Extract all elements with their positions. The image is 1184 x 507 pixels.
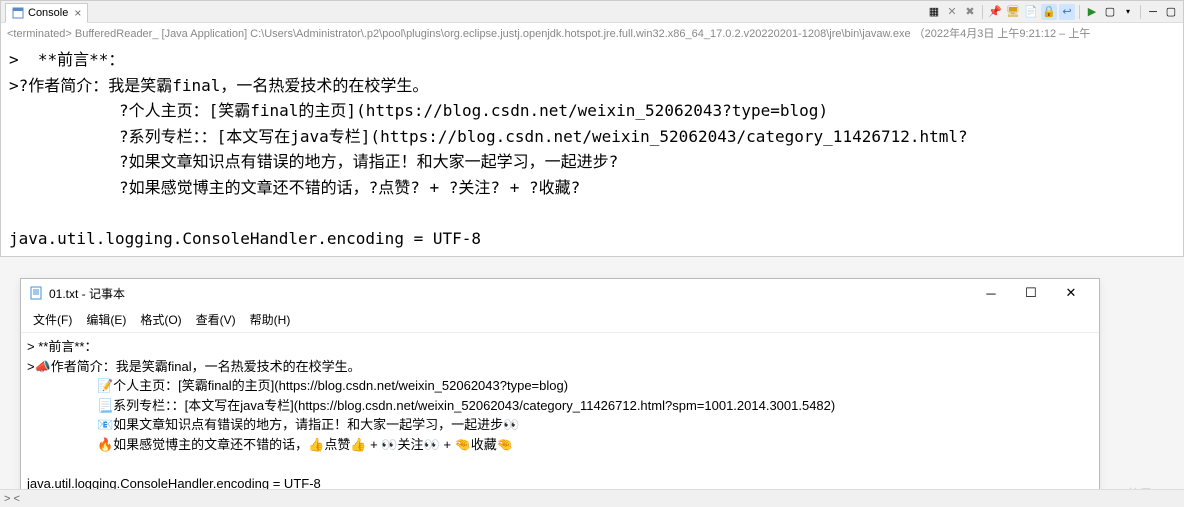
- console-tab[interactable]: Console ×: [5, 3, 88, 23]
- menu-file[interactable]: 文件(F): [27, 309, 78, 330]
- output-line: ?如果文章知识点有错误的地方，请指正！和大家一起学习，一起进步?: [9, 149, 1175, 175]
- notepad-menubar: 文件(F) 编辑(E) 格式(O) 查看(V) 帮助(H): [21, 307, 1099, 333]
- output-line: java.util.logging.ConsoleHandler.encodin…: [9, 226, 1175, 252]
- console-toolbar: ▦ ✕ ✖ 📌 🖥 📄 🔒 ↩ ▶ ▢ ▾ ─ ▢: [926, 4, 1179, 20]
- output-line: >?作者简介：我是笑霸final，一名热爱技术的在校学生。: [9, 73, 1175, 99]
- output-line: > **前言**：: [9, 47, 1175, 73]
- word-wrap-icon[interactable]: ↩: [1059, 4, 1075, 20]
- notepad-icon: [29, 286, 43, 300]
- maximize-icon[interactable]: ▢: [1163, 4, 1179, 20]
- grid-icon[interactable]: ▦: [926, 4, 942, 20]
- remove-icon[interactable]: ✕: [944, 4, 960, 20]
- tab-label: Console: [28, 7, 68, 19]
- text-line: >📣作者简介：我是笑霸final，一名热爱技术的在校学生。: [27, 357, 1093, 377]
- remove-all-icon[interactable]: ✖: [962, 4, 978, 20]
- text-line: 📧如果文章知识点有错误的地方，请指正！和大家一起学习，一起进步👀: [27, 415, 1093, 435]
- bottom-bar: > <: [0, 489, 1184, 507]
- dropdown-icon[interactable]: ▾: [1120, 4, 1136, 20]
- maximize-button[interactable]: ☐: [1011, 279, 1051, 307]
- console-output[interactable]: > **前言**： >?作者简介：我是笑霸final，一名热爱技术的在校学生。 …: [1, 43, 1183, 256]
- notepad-content[interactable]: > **前言**： >📣作者简介：我是笑霸final，一名热爱技术的在校学生。 …: [21, 333, 1099, 497]
- text-line: 📃系列专栏：：[本文写在java专栏](https://blog.csdn.ne…: [27, 396, 1093, 416]
- output-line: ?系列专栏：：[本文写在java专栏](https://blog.csdn.ne…: [9, 124, 1175, 150]
- separator: [982, 5, 983, 19]
- terminated-status: <terminated> BufferedReader_ [Java Appli…: [1, 23, 1183, 43]
- console-header: Console × ▦ ✕ ✖ 📌 🖥 📄 🔒 ↩ ▶ ▢ ▾ ─ ▢: [1, 1, 1183, 23]
- minimize-button[interactable]: ─: [971, 279, 1011, 307]
- text-line: 📝个人主页：[笑霸final的主页](https://blog.csdn.net…: [27, 376, 1093, 396]
- menu-view[interactable]: 查看(V): [190, 309, 242, 330]
- notepad-title: 01.txt - 记事本: [49, 285, 971, 302]
- terminate-icon[interactable]: ▶: [1084, 4, 1100, 20]
- scroll-lock-icon[interactable]: 🔒: [1041, 4, 1057, 20]
- close-icon[interactable]: ×: [74, 6, 81, 20]
- console-panel: Console × ▦ ✕ ✖ 📌 🖥 📄 🔒 ↩ ▶ ▢ ▾ ─ ▢ <ter…: [0, 0, 1184, 257]
- text-line: 🔥如果感觉博主的文章还不错的话，👍点赞👍 + 👀关注👀 + 🤏收藏🤏: [27, 435, 1093, 455]
- menu-edit[interactable]: 编辑(E): [80, 309, 132, 330]
- console-icon: [12, 7, 24, 19]
- display-icon[interactable]: 🖥: [1005, 4, 1021, 20]
- notepad-window: 01.txt - 记事本 ─ ☐ ✕ 文件(F) 编辑(E) 格式(O) 查看(…: [20, 278, 1100, 493]
- output-line: ?个人主页：[笑霸final的主页](https://blog.csdn.net…: [9, 98, 1175, 124]
- clear-icon[interactable]: 📄: [1023, 4, 1039, 20]
- minimize-icon[interactable]: ─: [1145, 4, 1161, 20]
- close-button[interactable]: ✕: [1051, 279, 1091, 307]
- open-console-icon[interactable]: ▢: [1102, 4, 1118, 20]
- bottom-indicator: > <: [4, 493, 20, 505]
- text-line: > **前言**：: [27, 337, 1093, 357]
- menu-format[interactable]: 格式(O): [134, 309, 187, 330]
- text-line: [27, 454, 1093, 474]
- output-line: [9, 201, 1175, 227]
- pin-icon[interactable]: 📌: [987, 4, 1003, 20]
- output-line: ?如果感觉博主的文章还不错的话，?点赞? + ?关注? + ?收藏?: [9, 175, 1175, 201]
- notepad-titlebar[interactable]: 01.txt - 记事本 ─ ☐ ✕: [21, 279, 1099, 307]
- separator: [1140, 5, 1141, 19]
- menu-help[interactable]: 帮助(H): [244, 309, 297, 330]
- separator: [1079, 5, 1080, 19]
